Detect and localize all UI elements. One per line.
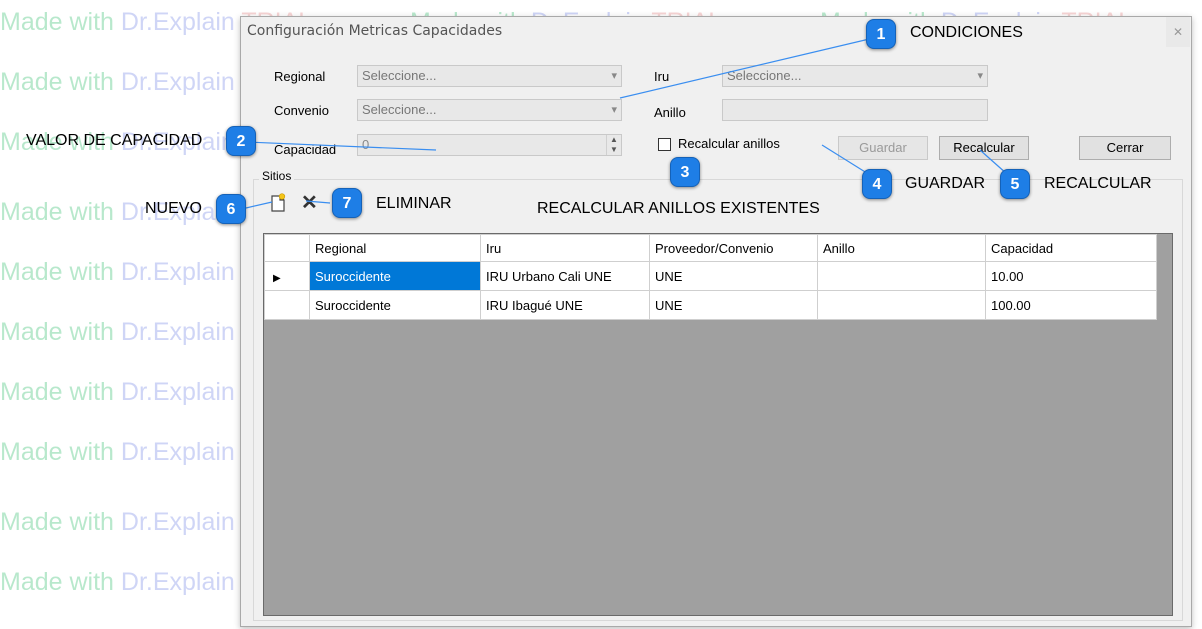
close-icon[interactable]: ✕ [1166,17,1190,47]
chevron-down-icon: ▾ [977,70,983,82]
chevron-down-icon: ▾ [611,104,617,116]
table-cell-iru[interactable]: IRU Urbano Cali UNE [480,261,650,291]
convenio-combo-value: Seleccione... [362,102,437,117]
callout-1: 1 [866,19,896,49]
recalcular-anillos-label: Recalcular anillos [678,136,780,151]
chevron-down-icon: ▾ [611,70,617,82]
table-cell-regional[interactable]: Suroccidente [309,290,481,320]
regional-combo[interactable]: Seleccione... ▾ [357,65,622,87]
table-row[interactable]: ▶ Suroccidente IRU Urbano Cali UNE UNE 1… [264,261,1157,291]
sitios-table: Regional Iru Proveedor/Convenio Anillo C… [264,234,1157,320]
column-header-anillo[interactable]: Anillo [817,234,986,262]
table-cell-anillo[interactable] [817,290,986,320]
column-header-iru[interactable]: Iru [480,234,650,262]
spin-arrows-icon[interactable]: ▲ ▼ [606,135,621,155]
annotation-guardar: GUARDAR [905,175,986,192]
table-cell-capacidad[interactable]: 100.00 [985,290,1157,320]
column-header-proveedor[interactable]: Proveedor/Convenio [649,234,818,262]
recalcular-button[interactable]: Recalcular [939,136,1029,160]
iru-combo[interactable]: Seleccione... ▾ [722,65,988,87]
convenio-combo[interactable]: Seleccione... ▾ [357,99,622,121]
table-cell-proveedor[interactable]: UNE [649,261,818,291]
row-pointer-icon[interactable]: ▶ [264,261,310,291]
anillo-field[interactable] [722,99,988,121]
anillo-label: Anillo [654,105,686,120]
annotation-eliminar: ELIMINAR [376,195,452,212]
recalcular-anillos-checkbox[interactable] [658,138,671,151]
iru-combo-value: Seleccione... [727,68,802,83]
callout-3: 3 [670,157,700,187]
callout-7: 7 [332,188,362,218]
new-document-icon-svg [271,193,286,212]
new-document-icon[interactable] [269,193,287,218]
column-header-capacidad[interactable]: Capacidad [985,234,1157,262]
table-row[interactable]: Suroccidente IRU Ibagué UNE UNE 100.00 [264,290,1157,320]
convenio-label: Convenio [274,103,329,118]
window-title: Configuración Metricas Capacidades [247,23,503,39]
regional-combo-value: Seleccione... [362,68,437,83]
cerrar-button[interactable]: Cerrar [1079,136,1171,160]
callout-6: 6 [216,194,246,224]
annotation-recalcular-anillos: RECALCULAR ANILLOS EXISTENTES [537,200,820,217]
annotation-nuevo: NUEVO [145,200,202,217]
annotation-recalcular: RECALCULAR [1044,175,1152,192]
callout-5: 5 [1000,169,1030,199]
regional-label: Regional [274,69,326,84]
callout-2: 2 [226,126,256,156]
guardar-button[interactable]: Guardar [838,136,928,160]
column-header-regional[interactable]: Regional [309,234,481,262]
row-header[interactable] [264,290,310,320]
table-cell-regional[interactable]: Suroccidente [309,261,481,291]
sitios-group-title: Sitios [259,169,295,183]
table-header-row: Regional Iru Proveedor/Convenio Anillo C… [264,234,1157,262]
row-header-corner [264,234,310,262]
table-cell-anillo[interactable] [817,261,986,291]
table-cell-proveedor[interactable]: UNE [649,290,818,320]
capacidad-value: 0 [362,137,370,152]
annotation-condiciones: CONDICIONES [910,24,1023,41]
capacidad-stepper[interactable]: 0 ▲ ▼ [357,134,622,156]
annotation-valor-capacidad: VALOR DE CAPACIDAD [26,132,203,149]
capacidad-label: Capacidad [274,142,337,157]
delete-x-icon[interactable]: ✕ [301,190,318,215]
callout-4: 4 [862,169,892,199]
table-cell-capacidad[interactable]: 10.00 [985,261,1157,291]
table-cell-iru[interactable]: IRU Ibagué UNE [480,290,650,320]
sitios-grid: Regional Iru Proveedor/Convenio Anillo C… [263,233,1173,616]
config-window: Configuración Metricas Capacidades ✕ Reg… [240,16,1192,627]
iru-label: Iru [654,69,670,84]
